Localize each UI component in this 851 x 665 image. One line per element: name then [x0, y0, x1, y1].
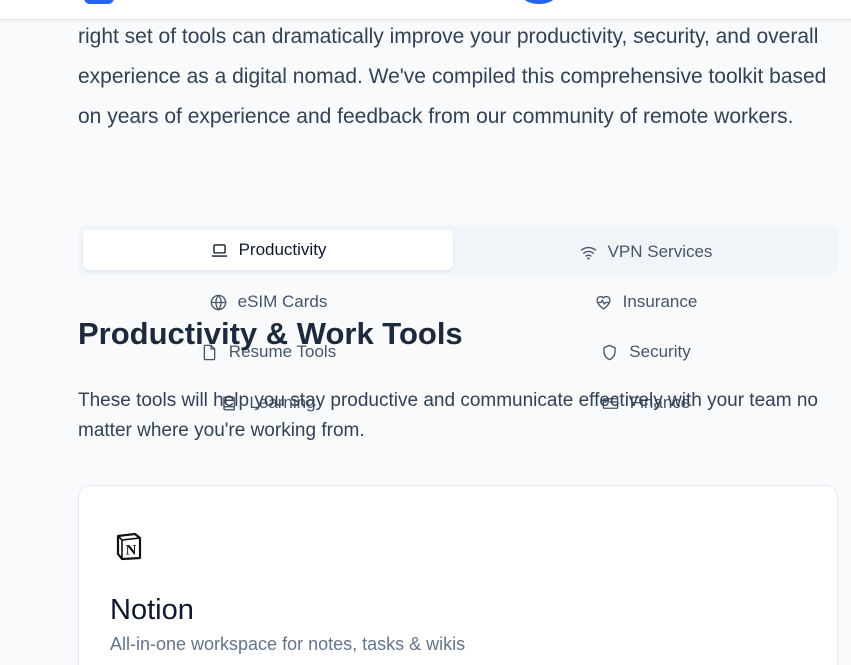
top-nav-bar	[0, 0, 851, 20]
tab-productivity[interactable]: Productivity	[83, 230, 453, 270]
heart-pulse-icon	[596, 295, 611, 310]
tab-label: Productivity	[238, 240, 327, 259]
tab-label: eSIM Cards	[237, 292, 328, 311]
avatar[interactable]	[522, 0, 556, 4]
tab-label: VPN Services	[607, 242, 713, 261]
card-title: Notion	[110, 594, 194, 626]
section-title: Productivity & Work Tools	[78, 316, 463, 351]
svg-text:N: N	[126, 543, 137, 559]
tab-security[interactable]: Security	[458, 332, 833, 372]
laptop-icon	[211, 243, 227, 257]
notion-logo-icon: N	[116, 532, 142, 561]
wifi-icon	[580, 246, 596, 260]
tab-label: Insurance	[622, 292, 698, 311]
shield-icon	[603, 344, 616, 360]
site-logo[interactable]	[84, 0, 114, 4]
intro-paragraph: right set of tools can dramatically impr…	[78, 25, 827, 128]
section-description: These tools will help you stay productiv…	[78, 390, 818, 441]
tab-label: Security	[629, 342, 691, 361]
tab-insurance[interactable]: Insurance	[458, 282, 833, 322]
card-description: All-in-one workspace for notes, tasks & …	[110, 634, 466, 654]
globe-icon	[210, 294, 226, 310]
tab-vpn-services[interactable]: VPN Services	[458, 232, 833, 272]
tool-card-notion[interactable]: N Notion All-in-one workspace for notes,…	[78, 485, 838, 665]
